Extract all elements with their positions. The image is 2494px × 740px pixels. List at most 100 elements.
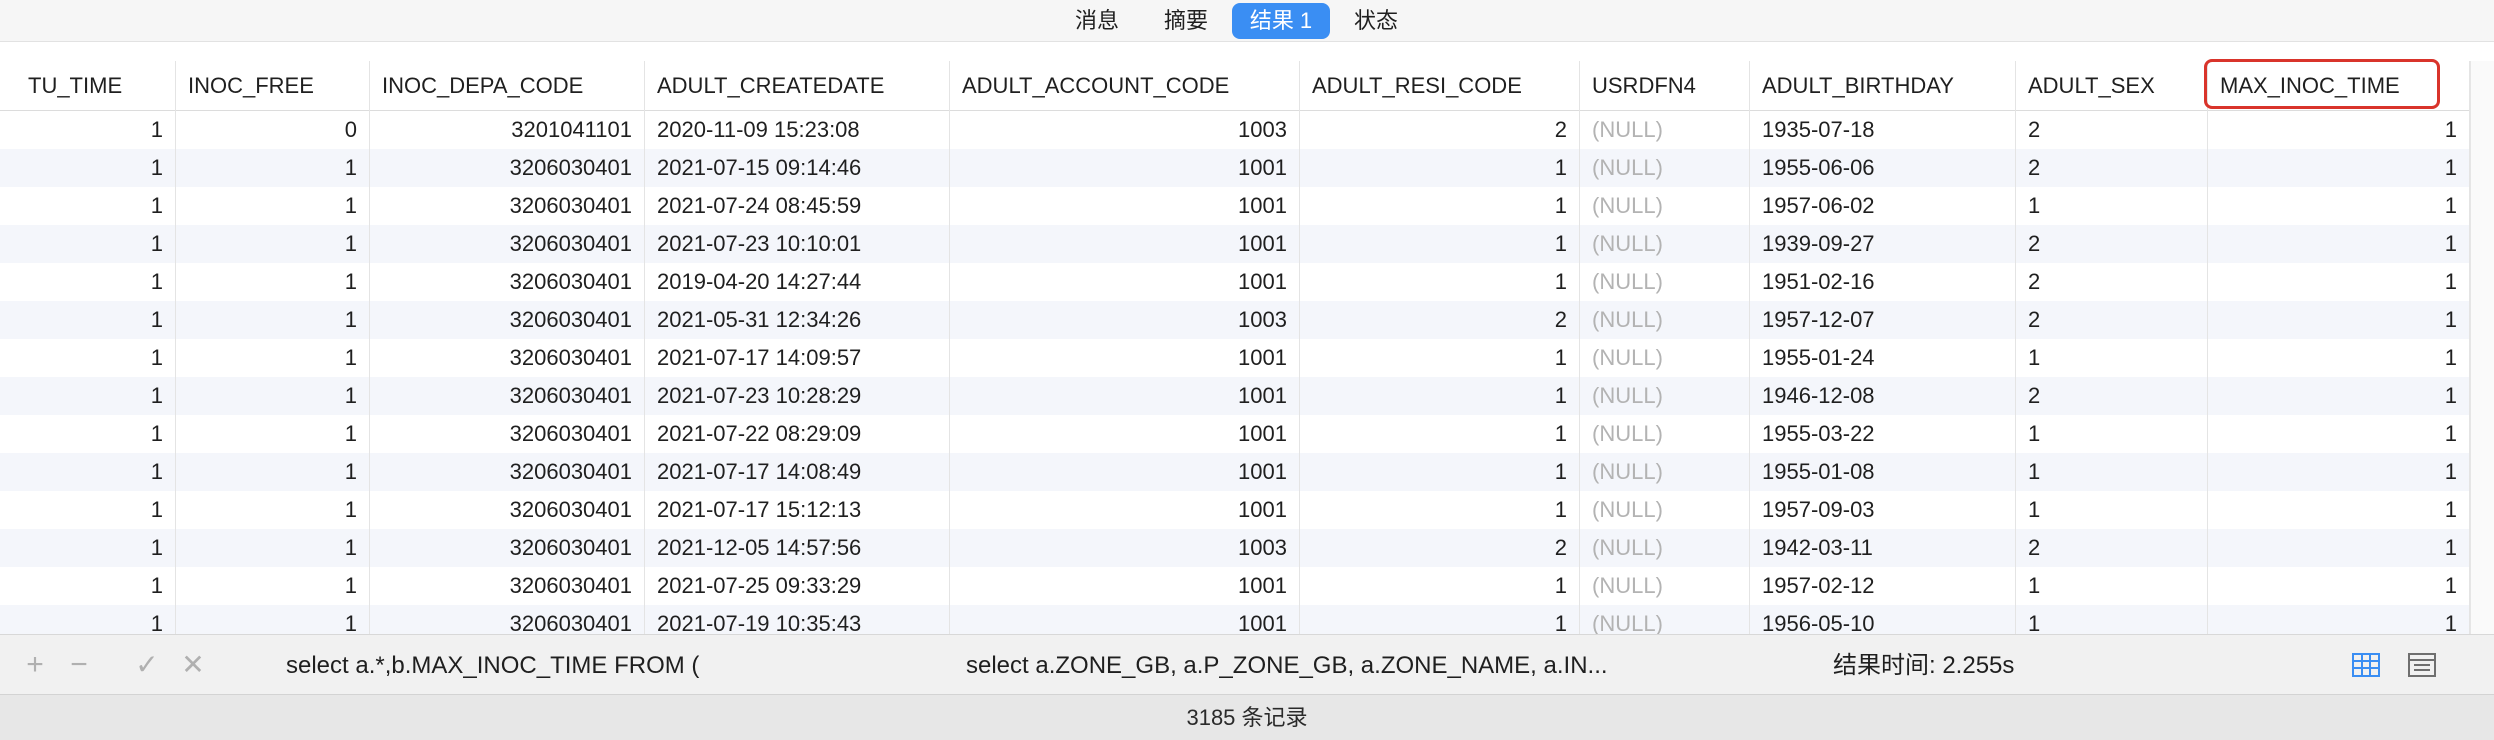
check-icon[interactable]: ✓ — [132, 647, 162, 683]
cell-adult-createdate[interactable]: 2021-05-31 12:34:26 — [645, 301, 950, 339]
cell-max-inoc-time[interactable]: 1 — [2208, 149, 2470, 187]
cell-inoc-depa-code[interactable]: 3206030401 — [370, 567, 645, 605]
cell-inoc-depa-code[interactable]: 3206030401 — [370, 225, 645, 263]
cell-adult-sex[interactable]: 1 — [2016, 415, 2208, 453]
cell-adult-sex[interactable]: 2 — [2016, 301, 2208, 339]
cell-adult-createdate[interactable]: 2021-07-19 10:35:43 — [645, 605, 950, 634]
cell-max-inoc-time[interactable]: 1 — [2208, 605, 2470, 634]
table-row[interactable]: 1 1 3206030401 2021-07-17 14:09:57 1001 1 (NUL… — [0, 339, 2470, 377]
cell-inoc-free[interactable]: 1 — [176, 415, 370, 453]
cell-max-inoc-time[interactable]: 1 — [2208, 491, 2470, 529]
cell-inoc-free[interactable]: 1 — [176, 263, 370, 301]
table-row[interactable]: 1 1 3206030401 2021-07-19 10:35:43 1001 1 (NUL… — [0, 605, 2470, 634]
cell-adult-birthday[interactable]: 1935-07-18 — [1750, 111, 2016, 149]
cell-adult-resi-code[interactable]: 1 — [1300, 263, 1580, 301]
cell-adult-resi-code[interactable]: 1 — [1300, 453, 1580, 491]
cell-adult-birthday[interactable]: 1957-06-02 — [1750, 187, 2016, 225]
cell-adult-account-code[interactable]: 1001 — [950, 339, 1300, 377]
cell-inoc-depa-code[interactable]: 3206030401 — [370, 605, 645, 634]
cell-inoc-depa-code[interactable]: 3206030401 — [370, 149, 645, 187]
cell-adult-birthday[interactable]: 1951-02-16 — [1750, 263, 2016, 301]
cell-tu-time[interactable]: 1 — [0, 225, 176, 263]
cell-adult-createdate[interactable]: 2021-07-25 09:33:29 — [645, 567, 950, 605]
cell-adult-birthday[interactable]: 1955-01-08 — [1750, 453, 2016, 491]
cell-adult-account-code[interactable]: 1001 — [950, 149, 1300, 187]
cell-tu-time[interactable]: 1 — [0, 415, 176, 453]
cell-adult-resi-code[interactable]: 1 — [1300, 415, 1580, 453]
table-row[interactable]: 1 1 3206030401 2021-07-23 10:10:01 1001 1 (NUL… — [0, 225, 2470, 263]
close-icon[interactable]: ✕ — [178, 647, 208, 683]
cell-adult-resi-code[interactable]: 1 — [1300, 149, 1580, 187]
cell-max-inoc-time[interactable]: 1 — [2208, 339, 2470, 377]
table-row[interactable]: 1 1 3206030401 2021-07-15 09:14:46 1001 1 (NUL… — [0, 149, 2470, 187]
cell-adult-createdate[interactable]: 2021-07-17 14:08:49 — [645, 453, 950, 491]
cell-inoc-depa-code[interactable]: 3206030401 — [370, 263, 645, 301]
cell-adult-resi-code[interactable]: 1 — [1300, 491, 1580, 529]
cell-adult-createdate[interactable]: 2021-12-05 14:57:56 — [645, 529, 950, 567]
cell-usrdfn4[interactable]: (NULL) — [1580, 187, 1750, 225]
cell-usrdfn4[interactable]: (NULL) — [1580, 491, 1750, 529]
cell-usrdfn4[interactable]: (NULL) — [1580, 605, 1750, 634]
vertical-scrollbar[interactable] — [2470, 61, 2494, 634]
cell-adult-sex[interactable]: 1 — [2016, 453, 2208, 491]
cell-usrdfn4[interactable]: (NULL) — [1580, 225, 1750, 263]
cell-adult-account-code[interactable]: 1001 — [950, 453, 1300, 491]
cell-tu-time[interactable]: 1 — [0, 567, 176, 605]
cell-usrdfn4[interactable]: (NULL) — [1580, 415, 1750, 453]
cell-adult-sex[interactable]: 1 — [2016, 605, 2208, 634]
cell-inoc-depa-code[interactable]: 3206030401 — [370, 415, 645, 453]
cell-adult-resi-code[interactable]: 1 — [1300, 605, 1580, 634]
table-row[interactable]: 1 1 3206030401 2019-04-20 14:27:44 1001 1 (NUL… — [0, 263, 2470, 301]
cell-adult-sex[interactable]: 2 — [2016, 263, 2208, 301]
cell-inoc-free[interactable]: 1 — [176, 187, 370, 225]
cell-tu-time[interactable]: 1 — [0, 529, 176, 567]
cell-tu-time[interactable]: 1 — [0, 491, 176, 529]
cell-adult-account-code[interactable]: 1001 — [950, 605, 1300, 634]
tab-result-1[interactable]: 结果 1 — [1232, 3, 1330, 39]
table-row[interactable]: 1 1 3206030401 2021-07-25 09:33:29 1001 1 (NUL… — [0, 567, 2470, 605]
cell-adult-resi-code[interactable]: 2 — [1300, 301, 1580, 339]
cell-inoc-depa-code[interactable]: 3206030401 — [370, 187, 645, 225]
cell-adult-birthday[interactable]: 1946-12-08 — [1750, 377, 2016, 415]
cell-usrdfn4[interactable]: (NULL) — [1580, 301, 1750, 339]
tab-messages[interactable]: 消息 — [1063, 3, 1131, 39]
cell-inoc-free[interactable]: 1 — [176, 301, 370, 339]
cell-tu-time[interactable]: 1 — [0, 263, 176, 301]
cell-adult-createdate[interactable]: 2021-07-17 14:09:57 — [645, 339, 950, 377]
cell-usrdfn4[interactable]: (NULL) — [1580, 149, 1750, 187]
cell-inoc-depa-code[interactable]: 3206030401 — [370, 377, 645, 415]
cell-adult-resi-code[interactable]: 2 — [1300, 111, 1580, 149]
cell-adult-account-code[interactable]: 1001 — [950, 187, 1300, 225]
cell-inoc-depa-code[interactable]: 3206030401 — [370, 491, 645, 529]
cell-adult-account-code[interactable]: 1001 — [950, 225, 1300, 263]
cell-tu-time[interactable]: 1 — [0, 149, 176, 187]
table-row[interactable]: 1 1 3206030401 2021-05-31 12:34:26 1003 2 (NUL… — [0, 301, 2470, 339]
cell-tu-time[interactable]: 1 — [0, 111, 176, 149]
cell-adult-sex[interactable]: 2 — [2016, 111, 2208, 149]
results-grid[interactable]: TU_TIME INOC_FREE INOC_DEPA_CODE ADULT_CREA… — [0, 61, 2470, 634]
tab-status[interactable]: 状态 — [1342, 3, 1410, 39]
cell-inoc-free[interactable]: 1 — [176, 567, 370, 605]
cell-usrdfn4[interactable]: (NULL) — [1580, 567, 1750, 605]
cell-adult-createdate[interactable]: 2021-07-15 09:14:46 — [645, 149, 950, 187]
cell-inoc-depa-code[interactable]: 3201041101 — [370, 111, 645, 149]
cell-adult-resi-code[interactable]: 2 — [1300, 529, 1580, 567]
table-row[interactable]: 1 1 3206030401 2021-07-23 10:28:29 1001 1 (NUL… — [0, 377, 2470, 415]
cell-inoc-free[interactable]: 1 — [176, 453, 370, 491]
cell-max-inoc-time[interactable]: 1 — [2208, 453, 2470, 491]
cell-max-inoc-time[interactable]: 1 — [2208, 187, 2470, 225]
cell-adult-resi-code[interactable]: 1 — [1300, 225, 1580, 263]
grid-view-icon[interactable] — [2350, 649, 2382, 681]
cell-adult-resi-code[interactable]: 1 — [1300, 187, 1580, 225]
cell-tu-time[interactable]: 1 — [0, 377, 176, 415]
cell-adult-createdate[interactable]: 2021-07-24 08:45:59 — [645, 187, 950, 225]
cell-adult-sex[interactable]: 2 — [2016, 529, 2208, 567]
cell-adult-birthday[interactable]: 1956-05-10 — [1750, 605, 2016, 634]
cell-tu-time[interactable]: 1 — [0, 339, 176, 377]
cell-inoc-depa-code[interactable]: 3206030401 — [370, 339, 645, 377]
cell-adult-sex[interactable]: 1 — [2016, 567, 2208, 605]
table-row[interactable]: 1 1 3206030401 2021-07-17 15:12:13 1001 1 (NUL… — [0, 491, 2470, 529]
cell-tu-time[interactable]: 1 — [0, 187, 176, 225]
column-header-adult-resi-code[interactable]: ADULT_RESI_CODE — [1300, 61, 1580, 111]
form-view-icon[interactable] — [2406, 649, 2438, 681]
